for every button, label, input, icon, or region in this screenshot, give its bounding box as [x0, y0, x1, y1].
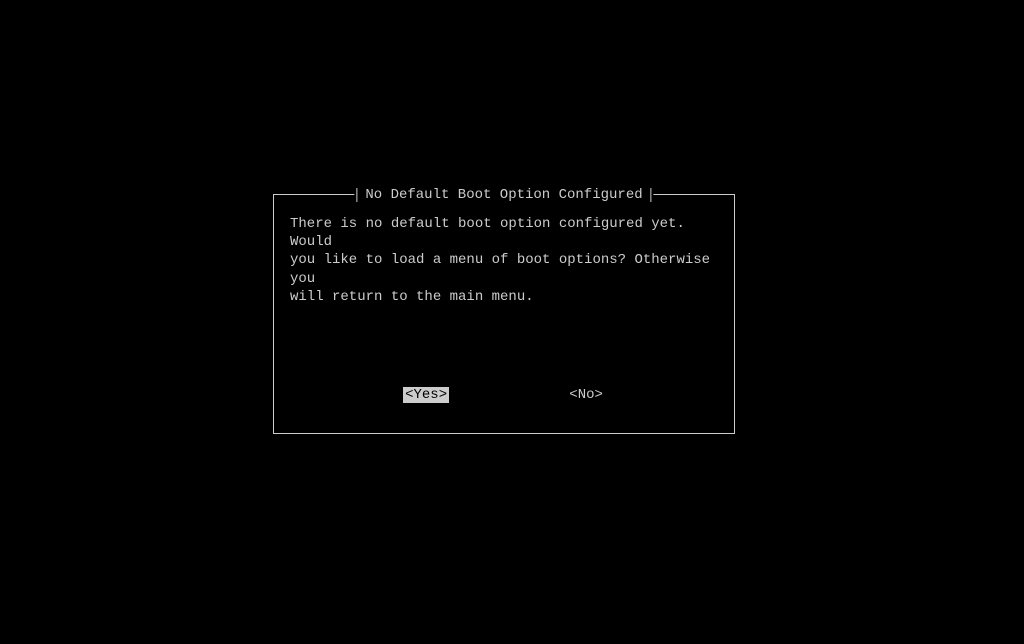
title-decoration-right — [651, 188, 652, 202]
no-button[interactable]: <No> — [567, 387, 605, 403]
yes-button[interactable]: <Yes> — [403, 387, 449, 403]
dialog-message: There is no default boot option configur… — [290, 215, 718, 306]
dialog-title-wrap: No Default Boot Option Configured — [354, 187, 653, 203]
dialog-buttons: <Yes> <No> — [274, 387, 734, 403]
dialog-title: No Default Boot Option Configured — [357, 187, 650, 203]
dialog-box: No Default Boot Option Configured There … — [273, 194, 735, 434]
